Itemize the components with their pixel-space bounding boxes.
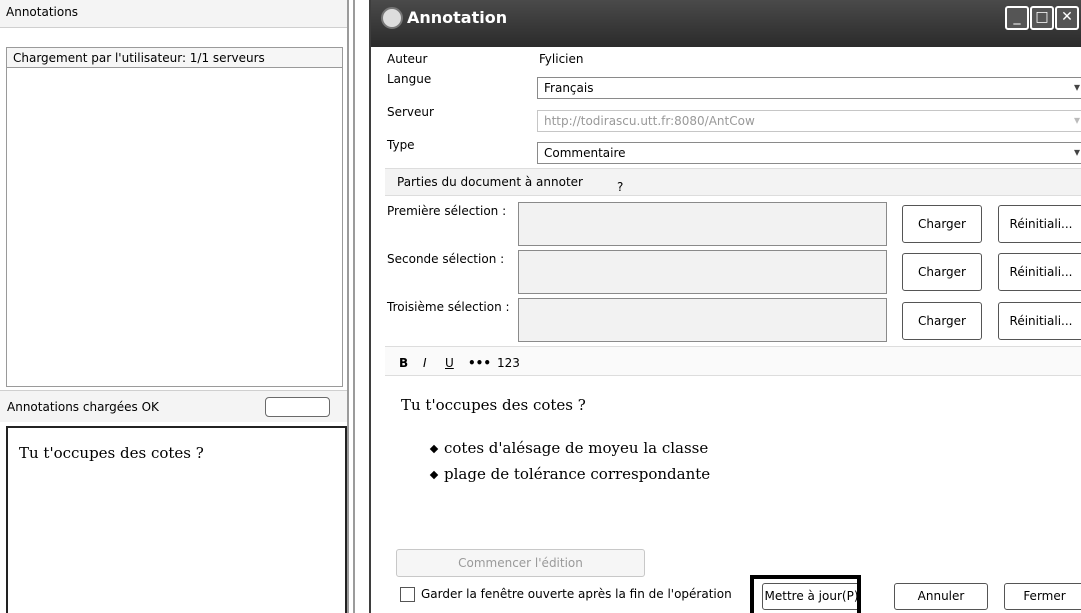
type-label: Type: [387, 138, 415, 152]
list-item-text: cotes d'alésage de moyeu la classe: [444, 439, 709, 457]
parts-section-header: Parties du document à annoter ?: [385, 168, 1081, 196]
format-toolbar: B I U ••• 123: [385, 346, 1081, 376]
cancel-button[interactable]: Annuler: [894, 583, 988, 610]
chevron-down-icon: ▾: [1073, 145, 1080, 159]
highlight-frame: [750, 575, 861, 613]
italic-button[interactable]: I: [423, 356, 427, 370]
third-selection-label: Troisième sélection :: [387, 300, 510, 314]
list-header: Chargement par l'utilisateur: 1/1 serveu…: [6, 47, 343, 68]
underline-button[interactable]: U: [445, 356, 454, 370]
first-selection-box: [518, 202, 887, 246]
third-load-button[interactable]: Charger: [902, 302, 982, 340]
dialog-title: Annotation: [407, 8, 508, 27]
close-window-button[interactable]: ✕: [1055, 6, 1079, 30]
language-label: Langue: [387, 72, 432, 86]
server-value: http://todirascu.utt.fr:8080/AntCow: [544, 114, 755, 128]
annotation-editor[interactable]: Tu t'occupes des cotes ? cotes d'alésage…: [385, 376, 1081, 541]
type-value: Commentaire: [544, 146, 626, 160]
type-select[interactable]: Commentaire ▾: [537, 142, 1081, 164]
annotation-preview[interactable]: Tu t'occupes des cotes ?: [6, 426, 347, 613]
bold-button[interactable]: B: [399, 356, 408, 370]
status-bar: Annotations chargées OK: [0, 390, 347, 422]
second-selection-box: [518, 250, 887, 294]
language-value: Français: [544, 81, 594, 95]
start-edit-button: Commencer l'édition: [396, 549, 645, 577]
second-selection-label: Seconde sélection :: [387, 252, 505, 266]
keep-open-checkbox[interactable]: [400, 587, 415, 602]
annotations-list[interactable]: [6, 48, 343, 387]
app-icon: [381, 7, 403, 29]
chevron-down-icon: ▾: [1073, 80, 1080, 94]
second-load-button[interactable]: Charger: [902, 253, 982, 291]
second-reset-button[interactable]: Réinitiali...: [998, 253, 1081, 291]
annotations-panel: Annotations Chargement par l'utilisateur…: [0, 0, 347, 613]
progress-indicator: [265, 397, 330, 417]
server-select: http://todirascu.utt.fr:8080/AntCow ▾: [537, 110, 1081, 132]
annotation-dialog: Annotation _ □ ✕ Auteur Fylicien Langue …: [369, 0, 1081, 613]
first-load-button[interactable]: Charger: [902, 205, 982, 243]
server-label: Serveur: [387, 105, 434, 119]
help-icon[interactable]: ?: [617, 180, 623, 194]
status-text: Annotations chargées OK: [7, 400, 159, 414]
author-label: Auteur: [387, 52, 428, 66]
panel-title: Annotations: [0, 0, 347, 28]
author-value: Fylicien: [539, 52, 584, 66]
title-bar[interactable]: Annotation _ □ ✕: [371, 0, 1081, 47]
splitter[interactable]: [347, 0, 349, 613]
parts-label: Parties du document à annoter: [397, 175, 583, 189]
bullet-icon: [429, 444, 439, 454]
panel-header-spacer: [0, 28, 347, 48]
close-button[interactable]: Fermer: [1004, 583, 1081, 610]
language-select[interactable]: Français ▾: [537, 77, 1081, 99]
list-item-text: plage de tolérance correspondante: [444, 465, 711, 483]
third-reset-button[interactable]: Réinitiali...: [998, 302, 1081, 340]
chevron-down-icon: ▾: [1073, 113, 1080, 127]
maximize-button[interactable]: □: [1030, 6, 1054, 30]
first-reset-button[interactable]: Réinitiali...: [998, 205, 1081, 243]
editor-text-line: Tu t'occupes des cotes ?: [401, 396, 586, 414]
keep-open-label: Garder la fenêtre ouverte après la fin d…: [421, 587, 732, 601]
bullet-icon: [429, 470, 439, 480]
bullet-list-button[interactable]: •••: [468, 356, 491, 370]
third-selection-box: [518, 298, 887, 342]
splitter-edge: [353, 0, 355, 613]
minimize-button[interactable]: _: [1005, 6, 1029, 30]
numbered-list-button[interactable]: 123: [497, 356, 520, 370]
first-selection-label: Première sélection :: [387, 204, 507, 218]
